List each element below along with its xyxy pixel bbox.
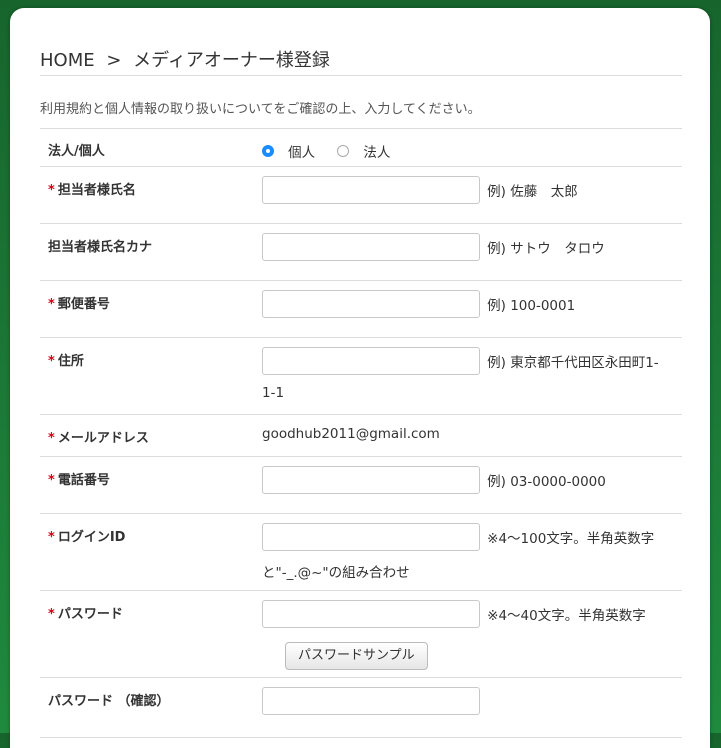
form-row-phone: * 電話番号 例) 03-0000-0000: [40, 456, 682, 514]
form-row-login-id: * ログインID ※4〜100文字。半角英数字 と"-_.@~"の組み合わせ: [40, 513, 682, 591]
password-hint: ※4〜40文字。半角英数字: [487, 608, 646, 624]
form-card: HOME > メディアオーナー様登録 利用規約と個人情報の取り扱いについてをご確…: [10, 8, 710, 748]
required-mark: *: [48, 183, 55, 198]
form-row-postal: * 郵便番号 例) 100-0001: [40, 280, 682, 338]
field-label-name: 担当者様氏名: [57, 183, 136, 198]
postal-hint: 例) 100-0001: [487, 298, 576, 314]
form-row-entity-type: 法人/個人 個人 法人: [40, 128, 682, 167]
form-row-name-kana: 担当者様氏名カナ 例) サトウ タロウ: [40, 223, 682, 281]
required-mark: *: [48, 354, 55, 369]
field-label-phone: 電話番号: [57, 473, 110, 488]
required-mark: *: [48, 297, 55, 312]
field-label-login-id: ログインID: [57, 530, 126, 545]
address-hint-continued: 1-1: [262, 385, 285, 401]
login-id-input[interactable]: [262, 523, 480, 551]
breadcrumb-separator: >: [106, 50, 122, 71]
radio-corporation[interactable]: [337, 145, 350, 157]
password-confirm-input[interactable]: [262, 687, 480, 715]
required-mark: *: [48, 431, 55, 446]
field-label-email: メールアドレス: [57, 431, 149, 446]
address-hint: 例) 東京都千代田区永田町1-: [487, 355, 659, 371]
required-mark: *: [48, 530, 55, 545]
form-row-address: * 住所 例) 東京都千代田区永田町1- 1-1: [40, 337, 682, 415]
field-label-name-kana: 担当者様氏名カナ: [48, 240, 153, 255]
registration-form: 法人/個人 個人 法人 * 担当者様氏名 例) 佐藤 太郎 担当者様氏名カナ 例…: [40, 128, 682, 738]
form-row-password-confirm: パスワード （確認）: [40, 677, 682, 738]
name-hint: 例) 佐藤 太郎: [487, 184, 578, 200]
required-mark: *: [48, 473, 55, 488]
form-row-password: * パスワード ※4〜40文字。半角英数字 パスワードサンプル: [40, 590, 682, 678]
password-sample-button[interactable]: パスワードサンプル: [285, 642, 428, 670]
page-title: メディアオーナー様登録: [133, 50, 330, 71]
password-input[interactable]: [262, 600, 480, 628]
breadcrumb-home[interactable]: HOME: [40, 50, 95, 71]
field-label-postal: 郵便番号: [57, 297, 110, 312]
address-input[interactable]: [262, 347, 480, 375]
required-mark: *: [48, 607, 55, 622]
form-row-email: * メールアドレス goodhub2011@gmail.com: [40, 414, 682, 457]
form-row-name: * 担当者様氏名 例) 佐藤 太郎: [40, 166, 682, 224]
postal-input[interactable]: [262, 290, 480, 318]
radio-label-individual[interactable]: 個人: [288, 145, 315, 161]
breadcrumb: HOME > メディアオーナー様登録: [40, 46, 682, 76]
field-label-password: パスワード: [57, 607, 123, 622]
name-kana-hint: 例) サトウ タロウ: [487, 241, 605, 257]
phone-hint: 例) 03-0000-0000: [487, 474, 606, 490]
radio-label-corporation[interactable]: 法人: [363, 145, 390, 161]
login-id-hint-continued: と"-_.@~"の組み合わせ: [262, 565, 410, 581]
email-value: goodhub2011@gmail.com: [262, 426, 440, 442]
notice-text: 利用規約と個人情報の取り扱いについてをご確認の上、入力してください。: [40, 102, 481, 117]
field-label-password-confirm: パスワード （確認）: [48, 694, 170, 709]
field-label-entity-type: 法人/個人: [48, 144, 105, 159]
login-id-hint: ※4〜100文字。半角英数字: [487, 531, 655, 547]
name-input[interactable]: [262, 176, 480, 204]
phone-input[interactable]: [262, 466, 480, 494]
field-label-address: 住所: [57, 354, 84, 369]
radio-individual[interactable]: [262, 145, 274, 157]
name-kana-input[interactable]: [262, 233, 480, 261]
